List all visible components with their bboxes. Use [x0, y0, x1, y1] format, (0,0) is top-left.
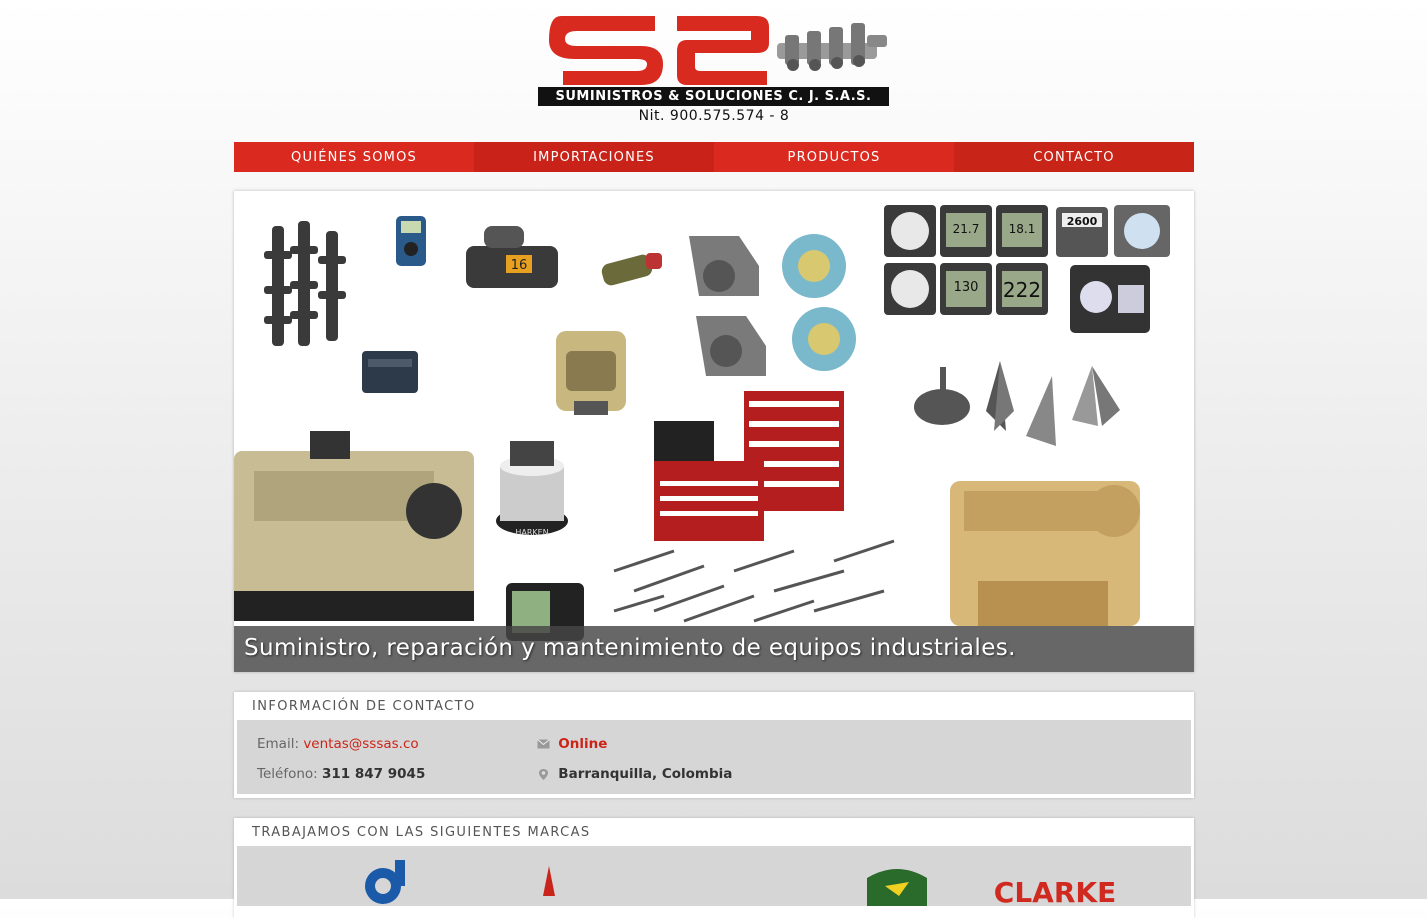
location-value: Barranquilla, Colombia	[558, 766, 733, 782]
phone-value: 311 847 9045	[322, 766, 426, 782]
brands-title: TRABAJAMOS CON LAS SIGUIENTES MARCAS	[252, 825, 591, 840]
location-row: Barranquilla, Colombia	[537, 766, 732, 782]
anchors-image	[914, 361, 1120, 446]
email-label: Email:	[257, 736, 300, 752]
svg-text:16: 16	[511, 258, 528, 273]
svg-text:18.1: 18.1	[1009, 222, 1036, 236]
svg-text:HARKEN: HARKEN	[515, 528, 548, 537]
multimeter-image	[396, 216, 426, 266]
status-row: Online	[537, 736, 607, 752]
svg-text:2600: 2600	[1067, 215, 1098, 228]
email-row: Email: ventas@sssas.co	[257, 736, 419, 752]
svg-text:222: 222	[1003, 278, 1041, 302]
alternators-image	[782, 234, 856, 371]
contact-info-body: Email: ventas@sssas.co Teléfono: 311 847…	[237, 720, 1191, 794]
email-link[interactable]: ventas@sssas.co	[303, 736, 418, 752]
products-collage: 16 21.7 18.1 2600 130 222 HARKEN	[234, 205, 1170, 641]
svg-text:21.7: 21.7	[953, 222, 980, 236]
nav-item-contacto[interactable]: CONTACTO	[954, 142, 1194, 172]
crankshafts-image	[264, 221, 346, 346]
contact-info-panel: INFORMACIÓN DE CONTACTO Email: ventas@ss…	[234, 692, 1194, 798]
nav-item-quienes-somos[interactable]: QUIÉNES SOMOS	[234, 142, 474, 172]
logo-mark	[549, 16, 887, 85]
hero-banner[interactable]: 16 21.7 18.1 2600 130 222 HARKEN Suminis…	[234, 191, 1194, 672]
brands-body: CLARKE	[237, 846, 1191, 906]
engine-block-image	[362, 351, 418, 393]
nav-item-importaciones[interactable]: IMPORTACIONES	[474, 142, 714, 172]
phone-label: Teléfono:	[257, 766, 318, 782]
radio-image: 16	[466, 226, 558, 288]
svg-text:130: 130	[954, 280, 979, 295]
nav-item-productos[interactable]: PRODUCTOS	[714, 142, 954, 172]
brand-logo-cummins[interactable]	[543, 866, 555, 896]
logo-nit: Nit. 900.575.574 - 8	[638, 108, 790, 124]
brand-logos: CLARKE	[365, 860, 1116, 906]
brand-logo-deutz[interactable]	[365, 860, 405, 904]
banner-caption: Suministro, reparación y mantenimiento d…	[234, 626, 1194, 672]
contact-info-title: INFORMACIÓN DE CONTACTO	[252, 699, 476, 714]
main-nav: QUIÉNES SOMOS IMPORTACIONES PRODUCTOS CO…	[234, 142, 1194, 172]
brand-logo-john-deere[interactable]	[867, 869, 927, 906]
tool-chests-image	[654, 391, 844, 541]
logo-company-name: SUMINISTROS & SOLUCIONES C. J. S.A.S.	[538, 87, 889, 106]
envelope-icon	[537, 739, 550, 749]
brand-logo-clarke[interactable]: CLARKE	[994, 876, 1116, 906]
company-logo[interactable]: SUMINISTROS & SOLUCIONES C. J. S.A.S. Ni…	[537, 13, 891, 125]
status-online[interactable]: Online	[558, 736, 607, 752]
marine-gauges-image: 21.7 18.1 2600 130 222	[884, 205, 1170, 333]
map-pin-icon	[539, 768, 548, 780]
tool-set-image	[613, 539, 895, 623]
diesel-engine-right-image	[950, 481, 1140, 626]
brands-panel: TRABAJAMOS CON LAS SIGUIENTES MARCAS CLA…	[234, 818, 1194, 918]
gear-pumps-image	[689, 236, 766, 376]
diesel-engine-left-image	[234, 431, 474, 621]
hydraulic-pump-image	[556, 331, 626, 415]
winch-image: HARKEN	[496, 441, 568, 537]
starter-motor-image	[601, 253, 662, 286]
phone-row: Teléfono: 311 847 9045	[257, 766, 425, 782]
